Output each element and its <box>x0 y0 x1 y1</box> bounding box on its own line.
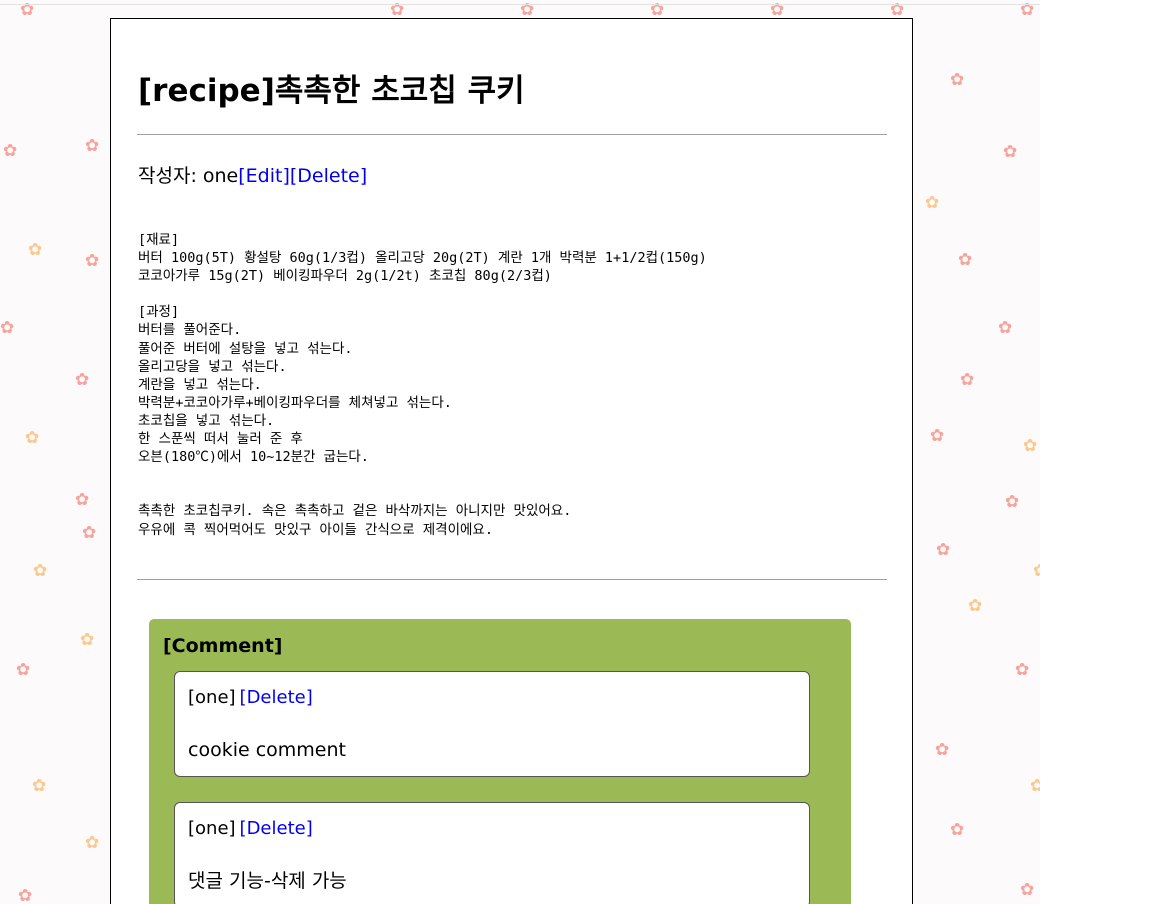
delete-post-link[interactable]: [Delete] <box>290 165 367 187</box>
maple-leaf-icon: ✿ <box>32 776 47 796</box>
comment-meta: [one] [Delete] <box>188 816 313 842</box>
author-name: one <box>202 165 239 187</box>
maple-leaf-icon: ✿ <box>936 540 951 560</box>
maple-leaf-icon: ✿ <box>16 660 31 680</box>
title-divider <box>137 134 887 135</box>
maple-leaf-icon: ✿ <box>968 596 983 616</box>
comment-text: 댓글 기능-삭제 가능 <box>188 870 347 892</box>
maple-leaf-icon: ✿ <box>958 250 973 270</box>
author-label: 작성자: <box>138 165 203 187</box>
delete-comment-link[interactable]: [Delete] <box>240 687 313 708</box>
maple-leaf-icon: ✿ <box>1003 142 1018 162</box>
maple-leaf-icon: ✿ <box>85 136 100 156</box>
maple-leaf-icon: ✿ <box>82 523 97 543</box>
maple-leaf-icon: ✿ <box>960 370 975 390</box>
post-title: [recipe]촉촉한 초코칩 쿠키 <box>138 73 525 109</box>
post-card: [recipe]촉촉한 초코칩 쿠키 작성자: one[Edit][Delete… <box>110 18 913 904</box>
maple-leaf-icon: ✿ <box>1005 492 1020 512</box>
maple-leaf-icon: ✿ <box>25 428 40 448</box>
post-content: [재료] 버터 100g(5T) 황설탕 60g(1/3컵) 올리고당 20g(… <box>138 232 707 538</box>
maple-leaf-icon: ✿ <box>75 490 90 510</box>
maple-leaf-icon: ✿ <box>33 561 48 581</box>
maple-leaf-icon: ✿ <box>930 426 945 446</box>
maple-leaf-icon: ✿ <box>75 370 90 390</box>
maple-leaf-icon: ✿ <box>1020 880 1035 900</box>
maple-leaf-icon: ✿ <box>1030 776 1040 796</box>
maple-leaf-icon: ✿ <box>925 193 940 213</box>
comment-card: [one] [Delete] 댓글 기능-삭제 가능 <box>174 802 810 904</box>
maple-leaf-icon: ✿ <box>18 886 33 904</box>
post-meta: 작성자: one[Edit][Delete] <box>138 163 367 189</box>
maple-leaf-icon: ✿ <box>1033 563 1040 580</box>
maple-leaf-icon: ✿ <box>80 630 95 650</box>
maple-leaf-icon: ✿ <box>85 833 100 853</box>
comment-meta: [one] [Delete] <box>188 685 313 711</box>
edit-post-link[interactable]: [Edit] <box>238 165 290 187</box>
comment-text: cookie comment <box>188 739 346 761</box>
delete-comment-link[interactable]: [Delete] <box>240 818 313 839</box>
comment-card: [one] [Delete] cookie comment <box>174 671 810 777</box>
maple-leaf-icon: ✿ <box>950 820 965 840</box>
comment-author: [one] <box>188 687 236 708</box>
maple-leaf-icon: ✿ <box>998 318 1013 338</box>
browser-top-divider <box>0 4 1040 5</box>
maple-leaf-icon: ✿ <box>3 141 18 161</box>
maple-leaf-icon: ✿ <box>935 740 950 760</box>
maple-leaf-icon: ✿ <box>85 251 100 271</box>
comment-author: [one] <box>188 818 236 839</box>
maple-leaf-icon: ✿ <box>1015 660 1030 680</box>
maple-leaf-icon: ✿ <box>28 240 43 260</box>
comment-section-title: [Comment] <box>163 635 283 657</box>
content-divider <box>137 579 887 580</box>
comment-section: [Comment] [one] [Delete] cookie comment [… <box>149 619 851 904</box>
maple-leaf-icon: ✿ <box>1023 436 1038 456</box>
maple-leaf-icon: ✿ <box>0 318 15 338</box>
maple-leaf-icon: ✿ <box>950 70 965 90</box>
